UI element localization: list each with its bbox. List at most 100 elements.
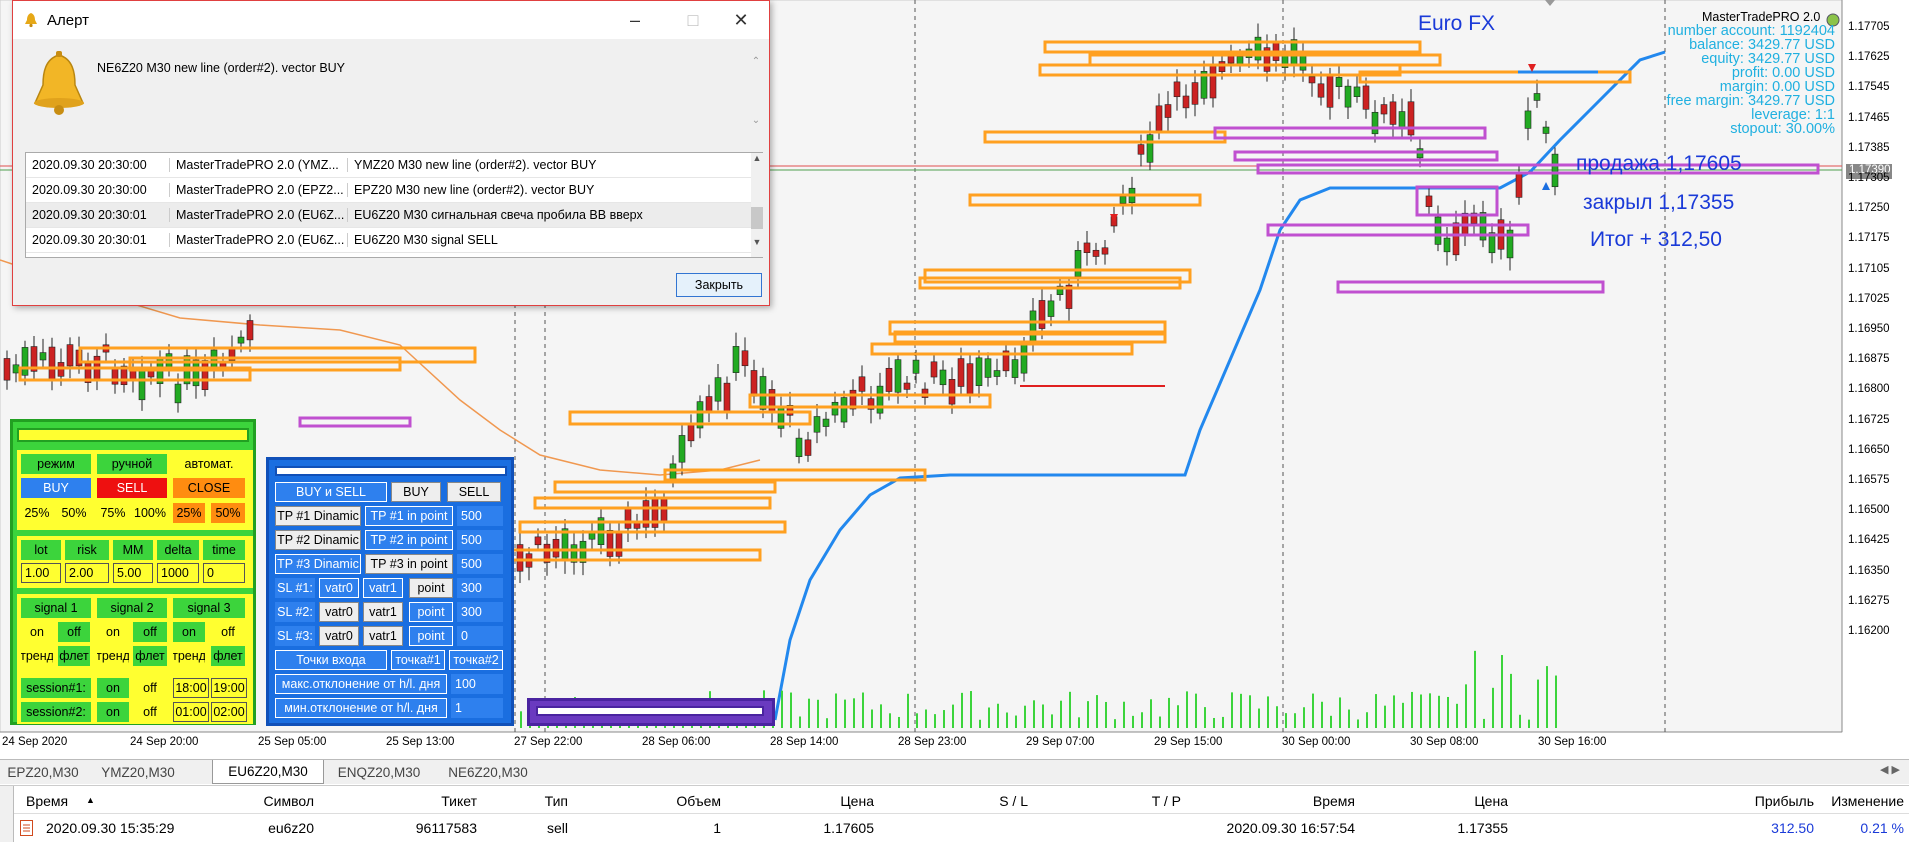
header-symbol[interactable]: Символ <box>264 793 314 809</box>
purple-collapsed-panel[interactable] <box>527 698 775 726</box>
tp3-value-input[interactable]: 500 <box>457 554 503 574</box>
tab-ne6z20-m30[interactable]: NE6Z20,M30 <box>434 760 542 784</box>
header-volume[interactable]: Объем <box>676 793 721 809</box>
tab-scroll-arrows[interactable]: ◀ ▶ <box>1880 763 1900 776</box>
signal-3-on-button[interactable]: on <box>173 622 205 642</box>
price-tick-label: 1.17385 <box>1848 141 1890 154</box>
header-type[interactable]: Тип <box>545 793 568 809</box>
message-scrollbar[interactable]: ⌃ ⌄ <box>749 56 763 136</box>
volume-bar <box>1267 696 1269 728</box>
session-2-start-input[interactable]: 01:00 <box>173 702 209 722</box>
buy-button[interactable]: BUY <box>21 478 91 498</box>
header-ticket[interactable]: Тикет <box>441 793 477 809</box>
tp1-value-input[interactable]: 500 <box>457 506 503 526</box>
session-2-off-button[interactable]: off <box>133 702 167 722</box>
sl1-vatr0-button[interactable]: vatr0 <box>319 578 359 598</box>
signal-2-on-button[interactable]: on <box>97 622 129 642</box>
tp2-value-input[interactable]: 500 <box>457 530 503 550</box>
buy-and-sell-button[interactable]: BUY и SELL <box>275 482 387 502</box>
header-tp[interactable]: T / P <box>1152 793 1181 809</box>
entry-points-button[interactable]: Точки входа <box>275 650 387 670</box>
tp-sell-button[interactable]: SELL <box>447 482 501 502</box>
sl1-point-button[interactable]: point <box>409 578 453 598</box>
header-time[interactable]: Время <box>26 793 68 809</box>
alert-close-button[interactable]: Закрыть <box>676 273 762 297</box>
tp-buy-button[interactable]: BUY <box>391 482 441 502</box>
alert-history-row[interactable]: 2020.09.30 20:30:01 MasterTradePRO 2.0 (E… <box>26 228 762 253</box>
tp2-in-point-button[interactable]: TP #2 in point <box>365 530 453 550</box>
lot-input[interactable]: 1.00 <box>21 563 61 583</box>
sl3-value-input[interactable]: 0 <box>457 626 503 646</box>
entry-point-2-button[interactable]: точка#2 <box>449 650 503 670</box>
tab-eu6z20-m30[interactable]: EU6Z20,M30 <box>212 760 324 784</box>
session-1-start-input[interactable]: 18:00 <box>173 678 209 698</box>
sl2-vatr1-button[interactable]: vatr1 <box>363 602 403 622</box>
tp1-in-point-button[interactable]: TP #1 in point <box>365 506 453 526</box>
mm-input[interactable]: 5.00 <box>113 563 153 583</box>
session-2-on-button[interactable]: on <box>97 702 129 722</box>
volume-bar <box>1042 704 1044 728</box>
sl1-vatr1-button[interactable]: vatr1 <box>363 578 403 598</box>
signal-1-on-button[interactable]: on <box>21 622 53 642</box>
pct-75-button[interactable]: 75% <box>97 503 129 523</box>
tp3-dinamic-button[interactable]: TP #3 Dinamic <box>275 554 361 574</box>
min-deviation-input[interactable]: 1 <box>451 698 503 718</box>
sl2-point-button[interactable]: point <box>409 602 453 622</box>
session-1-end-input[interactable]: 19:00 <box>211 678 247 698</box>
pct-100-button[interactable]: 100% <box>133 503 167 523</box>
delta-input[interactable]: 1000 <box>157 563 199 583</box>
header-profit[interactable]: Прибыль <box>1755 793 1814 809</box>
alert-titlebar[interactable]: Алерт – □ ✕ <box>13 1 769 39</box>
tab-ymz20-m30[interactable]: YMZ20,M30 <box>86 760 190 784</box>
signal-1-flat-button[interactable]: флет <box>58 646 90 666</box>
header-change[interactable]: Изменение <box>1831 793 1904 809</box>
sl3-vatr0-button[interactable]: vatr0 <box>319 626 359 646</box>
time-input[interactable]: 0 <box>203 563 245 583</box>
signal-3-flat-button[interactable]: флет <box>211 646 245 666</box>
tp1-dinamic-button[interactable]: TP #1 Dinamic <box>275 506 361 526</box>
sl2-vatr0-button[interactable]: vatr0 <box>319 602 359 622</box>
signal-1-off-button[interactable]: off <box>58 622 90 642</box>
sl1-value-input[interactable]: 300 <box>457 578 503 598</box>
entry-point-1-button[interactable]: точка#1 <box>391 650 445 670</box>
sl3-point-button[interactable]: point <box>409 626 453 646</box>
signal-2-trend-button[interactable]: тренд <box>97 646 129 666</box>
signal-2-flat-button[interactable]: флет <box>133 646 167 666</box>
signal-1-trend-button[interactable]: тренд <box>21 646 53 666</box>
close-window-button[interactable]: ✕ <box>711 1 771 39</box>
minimize-button[interactable]: – <box>605 1 665 39</box>
close-pct-25-button[interactable]: 25% <box>173 503 205 523</box>
sl2-value-input[interactable]: 300 <box>457 602 503 622</box>
close-pct-50-button[interactable]: 50% <box>211 503 245 523</box>
auto-mode-button[interactable]: автомат. <box>173 454 245 474</box>
alert-history-row[interactable]: 2020.09.30 20:30:00 MasterTradePRO 2.0 (E… <box>26 178 762 203</box>
pct-25-button[interactable]: 25% <box>21 503 53 523</box>
candle-body <box>1542 126 1550 134</box>
tab-epz20-m30[interactable]: EPZ20,M30 <box>0 760 86 784</box>
signal-2-off-button[interactable]: off <box>133 622 167 642</box>
session-2-end-input[interactable]: 02:00 <box>211 702 247 722</box>
tp3-in-point-button[interactable]: TP #3 in point <box>365 554 453 574</box>
signal-3-trend-button[interactable]: тренд <box>173 646 205 666</box>
manual-mode-button[interactable]: ручной <box>97 454 167 474</box>
max-deviation-input[interactable]: 100 <box>451 674 503 694</box>
tp2-dinamic-button[interactable]: TP #2 Dinamic <box>275 530 361 550</box>
signal-3-off-button[interactable]: off <box>211 622 245 642</box>
session-1-off-button[interactable]: off <box>133 678 167 698</box>
header-price[interactable]: Цена <box>840 793 874 809</box>
header-close-time[interactable]: Время <box>1313 793 1355 809</box>
candle-body <box>3 358 11 381</box>
tab-enqz20-m30[interactable]: ENQZ20,M30 <box>324 760 434 784</box>
session-1-on-button[interactable]: on <box>97 678 129 698</box>
sell-button[interactable]: SELL <box>97 478 167 498</box>
alert-history-row[interactable]: 2020.09.30 20:30:01 MasterTradePRO 2.0 (E… <box>26 203 762 228</box>
candle-body <box>66 344 74 367</box>
list-scrollbar[interactable]: ▲ ▼ <box>751 153 763 257</box>
close-button[interactable]: CLOSE <box>173 478 245 498</box>
risk-input[interactable]: 2.00 <box>65 563 109 583</box>
header-close-price[interactable]: Цена <box>1474 793 1508 809</box>
sl3-vatr1-button[interactable]: vatr1 <box>363 626 403 646</box>
pct-50-button[interactable]: 50% <box>58 503 90 523</box>
alert-history-row[interactable]: 2020.09.30 20:30:00 MasterTradePRO 2.0 (Y… <box>26 153 762 178</box>
header-sl[interactable]: S / L <box>999 793 1028 809</box>
